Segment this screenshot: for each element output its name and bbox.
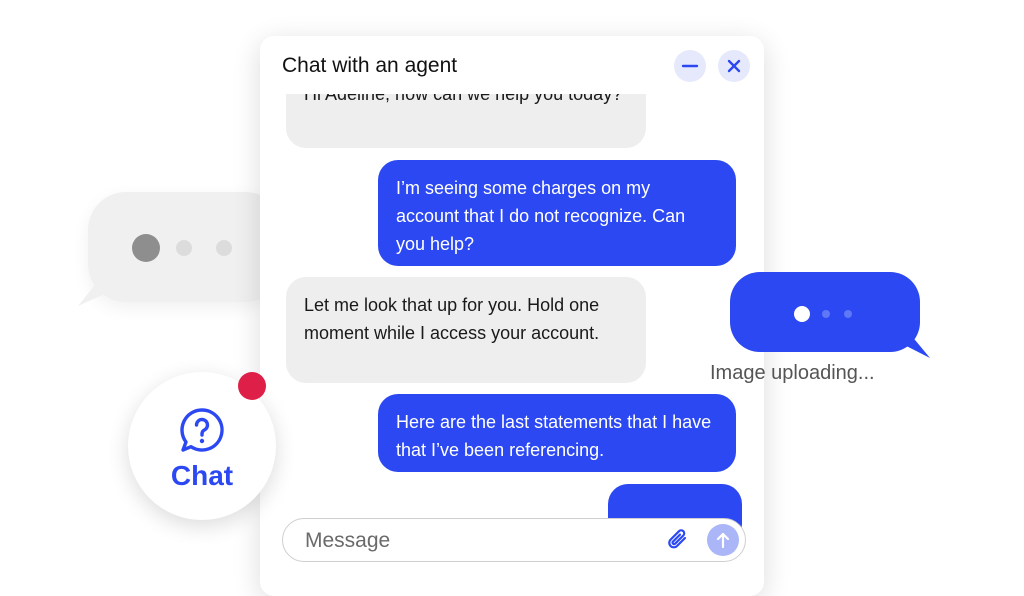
typing-dot — [216, 240, 232, 256]
user-message: I’m seeing some charges on my account th… — [378, 160, 736, 266]
paperclip-icon — [668, 529, 687, 549]
bubble-tail — [894, 332, 930, 358]
upload-status: Image uploading... — [710, 362, 875, 384]
message-composer — [282, 518, 746, 562]
minus-icon — [681, 64, 699, 68]
typing-indicator-grey — [78, 192, 283, 306]
minimize-button[interactable] — [674, 50, 706, 82]
typing-indicator-blue — [730, 272, 930, 358]
message-input[interactable] — [303, 525, 667, 557]
chat-title: Chat with an agent — [282, 54, 458, 77]
chat-panel: Hi Adeline, how can we help you today? I… — [260, 36, 764, 596]
typing-dot — [132, 234, 160, 262]
typing-dot — [794, 306, 810, 322]
arrow-up-icon — [716, 532, 730, 549]
agent-message: Let me look that up for you. Hold one mo… — [286, 277, 646, 383]
message-list[interactable]: Hi Adeline, how can we help you today? I… — [260, 94, 764, 546]
typing-dot — [822, 310, 830, 318]
user-message: Here are the last statements that I have… — [378, 394, 736, 472]
send-button[interactable] — [707, 524, 739, 556]
close-button[interactable] — [718, 50, 750, 82]
close-icon — [727, 59, 741, 73]
agent-message: Hi Adeline, how can we help you today? — [286, 94, 646, 148]
typing-dot — [176, 240, 192, 256]
attach-button[interactable] — [665, 527, 691, 553]
bubble-tail — [78, 276, 118, 306]
launcher-label: Chat — [170, 460, 234, 491]
typing-dot — [844, 310, 852, 318]
question-bubble-icon — [180, 408, 224, 452]
notification-badge — [238, 372, 266, 400]
chat-header: Chat with an agent — [260, 36, 764, 94]
